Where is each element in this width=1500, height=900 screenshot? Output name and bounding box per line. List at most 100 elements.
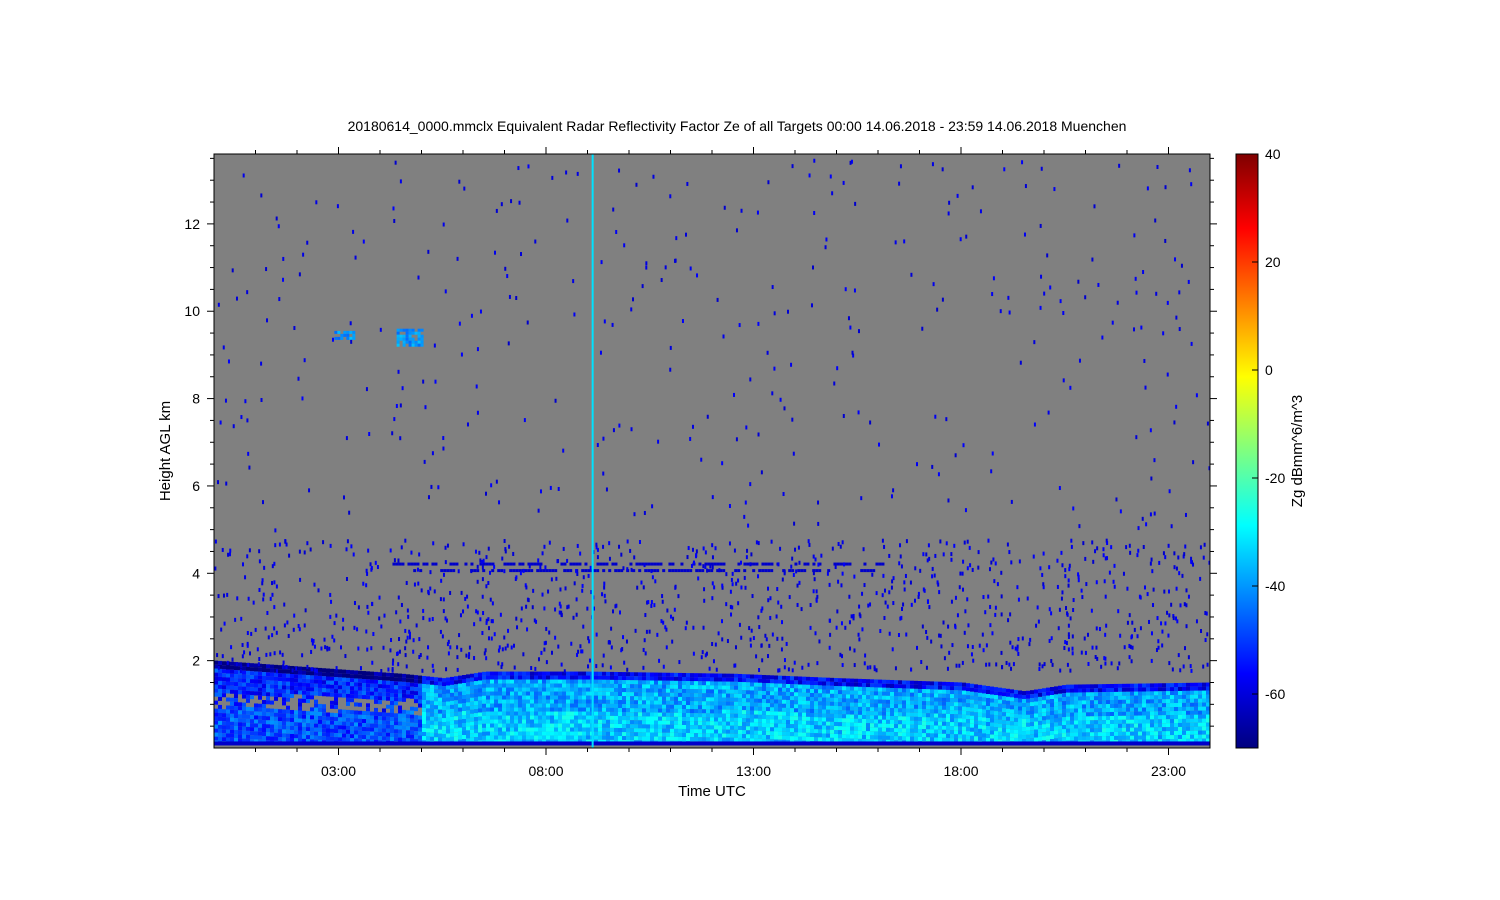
heatmap-cell bbox=[570, 691, 574, 696]
heatmap-cell bbox=[246, 686, 250, 691]
heatmap-cell bbox=[714, 701, 718, 706]
heatmap-cell bbox=[250, 719, 254, 724]
noise-cell bbox=[449, 569, 453, 573]
heatmap-cell bbox=[930, 709, 934, 714]
heatmap-cell bbox=[1130, 703, 1134, 708]
heatmap-cell bbox=[322, 684, 326, 689]
heatmap-cell bbox=[294, 718, 298, 723]
heatmap-cell bbox=[282, 681, 286, 686]
heatmap-cell bbox=[598, 719, 602, 724]
heatmap-cell bbox=[526, 719, 530, 724]
heatmap-cell bbox=[1186, 694, 1190, 699]
heatmap-cell bbox=[1110, 687, 1114, 692]
heatmap-cell bbox=[966, 703, 970, 708]
heatmap-cell bbox=[226, 733, 230, 738]
heatmap-cell bbox=[222, 665, 226, 670]
heatmap-cell bbox=[714, 721, 718, 726]
noise-speckle bbox=[1199, 545, 1202, 550]
heatmap-cell bbox=[1038, 688, 1042, 693]
heatmap-cell bbox=[306, 675, 310, 680]
heatmap-cell bbox=[1090, 692, 1094, 697]
noise-cell bbox=[530, 569, 534, 573]
noise-speckle bbox=[925, 630, 928, 635]
heatmap-cell bbox=[1106, 728, 1110, 733]
heatmap-cell bbox=[422, 691, 426, 696]
noise-cell bbox=[875, 562, 879, 566]
heatmap-cell bbox=[750, 734, 754, 739]
heatmap-cell bbox=[622, 680, 626, 685]
heatmap-cell bbox=[550, 719, 554, 724]
heatmap-cell bbox=[790, 712, 794, 717]
heatmap-cell bbox=[218, 712, 222, 717]
heatmap-cell bbox=[406, 678, 410, 683]
noise-speckle bbox=[292, 627, 295, 632]
heatmap-cell bbox=[842, 734, 846, 739]
heatmap-cell bbox=[342, 713, 346, 718]
heatmap-cell bbox=[662, 692, 666, 697]
heatmap-cell bbox=[674, 728, 678, 733]
heatmap-cell bbox=[998, 699, 1002, 704]
noise-cell bbox=[401, 562, 405, 566]
noise-speckle bbox=[959, 571, 962, 576]
heatmap-cell bbox=[322, 728, 326, 733]
noise-speckle bbox=[798, 580, 801, 585]
heatmap-cell bbox=[682, 732, 686, 737]
heatmap-cell bbox=[310, 695, 314, 700]
heatmap-cell bbox=[482, 699, 486, 704]
heatmap-cell bbox=[1142, 723, 1146, 728]
heatmap-cell bbox=[742, 694, 746, 699]
heatmap-cell bbox=[302, 666, 306, 671]
noise-speckle bbox=[891, 647, 894, 652]
heatmap-cell bbox=[454, 732, 458, 737]
heatmap-cell bbox=[274, 728, 278, 733]
heatmap-cell bbox=[1158, 683, 1162, 688]
heatmap-cell bbox=[574, 711, 578, 716]
heatmap-cell bbox=[354, 670, 358, 675]
heatmap-cell bbox=[934, 701, 938, 706]
heatmap-cell bbox=[370, 675, 374, 680]
heatmap-cell bbox=[474, 701, 478, 706]
heatmap-cell bbox=[858, 702, 862, 707]
heatmap-cell bbox=[714, 681, 718, 686]
noise-cell bbox=[548, 569, 552, 573]
heatmap-cell bbox=[722, 701, 726, 706]
heatmap-cell bbox=[942, 733, 946, 738]
heatmap-cell bbox=[822, 697, 826, 702]
noise-speckle bbox=[266, 318, 269, 323]
heatmap-cell bbox=[886, 679, 890, 684]
heatmap-cell bbox=[538, 731, 542, 736]
heatmap-cell bbox=[1166, 731, 1170, 736]
heatmap-cell bbox=[810, 733, 814, 738]
heatmap-cell bbox=[938, 685, 942, 690]
heatmap-cell bbox=[266, 696, 270, 701]
heatmap-cell bbox=[538, 683, 542, 688]
heatmap-cell bbox=[942, 737, 946, 742]
heatmap-cell bbox=[938, 717, 942, 722]
noise-cell bbox=[647, 569, 651, 573]
heatmap-cell bbox=[902, 688, 906, 693]
heatmap-cell bbox=[218, 708, 222, 713]
heatmap-cell bbox=[406, 686, 410, 691]
heatmap-cell bbox=[450, 696, 454, 701]
heatmap-cell bbox=[1154, 695, 1158, 700]
noise-speckle bbox=[813, 158, 816, 163]
heatmap-cell bbox=[970, 691, 974, 696]
heatmap-cell bbox=[486, 727, 490, 732]
heatmap-cell bbox=[362, 671, 366, 676]
heatmap-cell bbox=[774, 695, 778, 700]
heatmap-cell bbox=[930, 693, 934, 698]
heatmap-cell bbox=[1106, 704, 1110, 709]
heatmap-cell bbox=[434, 709, 438, 714]
heatmap-cell bbox=[862, 731, 866, 736]
heatmap-cell bbox=[314, 699, 318, 704]
heatmap-cell bbox=[926, 725, 930, 730]
heatmap-cell bbox=[438, 693, 442, 698]
noise-speckle bbox=[650, 603, 653, 608]
heatmap-cell bbox=[398, 693, 402, 698]
noise-cell bbox=[434, 562, 438, 566]
heatmap-cell bbox=[946, 697, 950, 702]
heatmap-cell bbox=[338, 681, 342, 686]
heatmap-cell bbox=[626, 728, 630, 733]
heatmap-cell bbox=[650, 708, 654, 713]
heatmap-cell bbox=[1010, 701, 1014, 706]
